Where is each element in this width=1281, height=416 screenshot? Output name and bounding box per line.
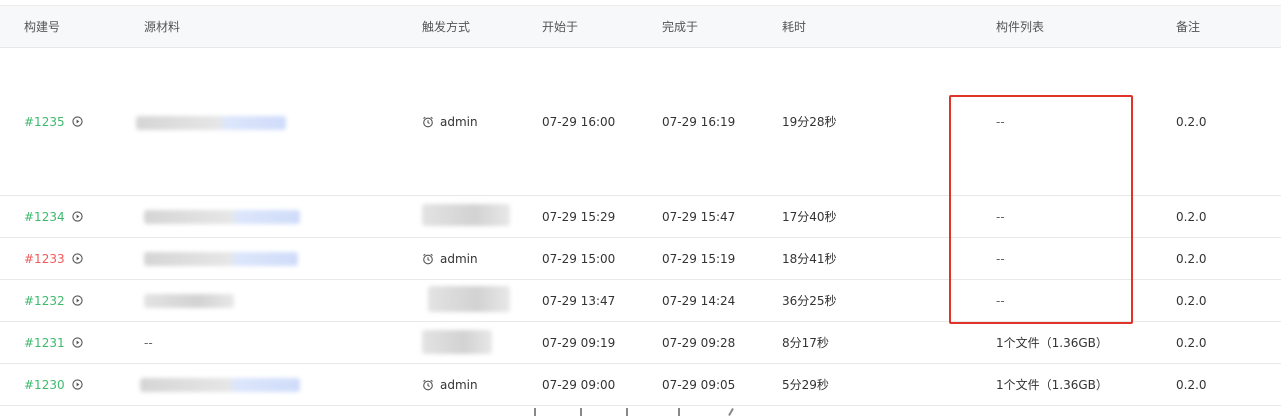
trigger-cell: admin [422, 48, 478, 195]
col-header-duration: 耗时 [782, 20, 807, 34]
redacted-trigger [422, 330, 492, 354]
duration: 8分17秒 [782, 336, 829, 350]
trigger-cell: admin [422, 238, 478, 279]
build-cell: #1232 [24, 280, 83, 321]
redacted-source [136, 116, 286, 130]
table-header: 构建号 源材料 触发方式 开始于 完成于 耗时 构件列表 备注 [0, 5, 1281, 48]
alarm-clock-icon [423, 116, 433, 127]
end-time: 07-29 15:19 [662, 251, 736, 266]
build-cell: #1230 [24, 364, 83, 405]
duration: 36分25秒 [782, 294, 837, 308]
col-header-artifacts: 构件列表 [996, 20, 1045, 34]
start-time: 07-29 09:00 [542, 377, 616, 392]
artifacts-link[interactable]: 1个文件（1.36GB） [996, 364, 1108, 405]
note: 0.2.0 [1176, 114, 1207, 129]
table-row: #1232 07-29 13:47 07-29 14:24 36分25秒 -- … [0, 280, 1281, 322]
build-number-link[interactable]: #1234 [24, 210, 65, 224]
trigger-user: admin [440, 114, 478, 129]
start-time: 07-29 09:19 [542, 335, 616, 350]
play-circle-icon[interactable] [71, 295, 83, 306]
source-value: -- [144, 335, 153, 350]
note: 0.2.0 [1176, 335, 1207, 350]
play-circle-icon[interactable] [71, 211, 83, 222]
artifacts: -- [996, 251, 1005, 266]
artifacts: -- [996, 209, 1005, 224]
build-number-link[interactable]: #1231 [24, 336, 65, 350]
start-time: 07-29 13:47 [542, 293, 616, 308]
play-circle-icon[interactable] [71, 337, 83, 348]
col-header-trigger: 触发方式 [422, 20, 471, 34]
build-cell: #1233 [24, 238, 83, 279]
table-row: #1234 07-29 15:29 07-29 15:47 17分40秒 -- … [0, 196, 1281, 238]
build-cell: #1235 [24, 48, 83, 195]
duration: 17分40秒 [782, 210, 837, 224]
alarm-clock-icon [423, 253, 433, 264]
build-cell: #1234 [24, 196, 83, 237]
col-header-note: 备注 [1176, 20, 1201, 34]
builds-table: 构建号 源材料 触发方式 开始于 完成于 耗时 构件列表 备注 #1235 ad… [0, 5, 1281, 406]
redacted-source [140, 378, 300, 392]
table-row: #1235 admin 07-29 16:00 07-29 16:19 19分2… [0, 48, 1281, 196]
artifacts-link[interactable]: 1个文件（1.36GB） [996, 322, 1108, 363]
col-header-build: 构建号 [24, 20, 61, 34]
note: 0.2.0 [1176, 209, 1207, 224]
redacted-source [144, 294, 234, 308]
end-time: 07-29 14:24 [662, 293, 736, 308]
note: 0.2.0 [1176, 293, 1207, 308]
build-number-link[interactable]: #1233 [24, 252, 65, 266]
end-time: 07-29 15:47 [662, 209, 736, 224]
note: 0.2.0 [1176, 251, 1207, 266]
start-time: 07-29 15:00 [542, 251, 616, 266]
duration: 19分28秒 [782, 115, 837, 129]
redacted-trigger [422, 204, 510, 226]
duration: 18分41秒 [782, 252, 837, 266]
build-number-link[interactable]: #1232 [24, 294, 65, 308]
build-number-link[interactable]: #1230 [24, 378, 65, 392]
build-cell: #1231 [24, 322, 83, 363]
start-time: 07-29 16:00 [542, 114, 616, 129]
table-row: #1230 admin 07-29 09:00 07-29 09:05 5分29… [0, 364, 1281, 406]
redacted-source [144, 210, 300, 224]
alarm-clock-icon [423, 379, 433, 390]
end-time: 07-29 09:05 [662, 377, 736, 392]
note: 0.2.0 [1176, 377, 1207, 392]
end-time: 07-29 09:28 [662, 335, 736, 350]
play-circle-icon[interactable] [71, 253, 83, 264]
cropped-artifacts [528, 404, 748, 416]
artifacts: -- [996, 114, 1005, 129]
artifacts: -- [996, 293, 1005, 308]
trigger-user: admin [440, 251, 478, 266]
col-header-start: 开始于 [542, 20, 579, 34]
redacted-trigger [428, 286, 510, 312]
table-row: #1233 admin 07-29 15:00 07-29 15:19 18分4… [0, 238, 1281, 280]
play-circle-icon[interactable] [71, 379, 83, 390]
table-row: #1231 -- 07-29 09:19 07-29 09:28 8分17秒 1… [0, 322, 1281, 364]
build-number-link[interactable]: #1235 [24, 115, 65, 129]
duration: 5分29秒 [782, 378, 829, 392]
redacted-source [144, 252, 298, 266]
end-time: 07-29 16:19 [662, 114, 736, 129]
play-circle-icon[interactable] [71, 116, 83, 127]
col-header-end: 完成于 [662, 20, 699, 34]
trigger-cell: admin [422, 364, 478, 405]
trigger-user: admin [440, 377, 478, 392]
col-header-source: 源材料 [144, 20, 181, 34]
start-time: 07-29 15:29 [542, 209, 616, 224]
